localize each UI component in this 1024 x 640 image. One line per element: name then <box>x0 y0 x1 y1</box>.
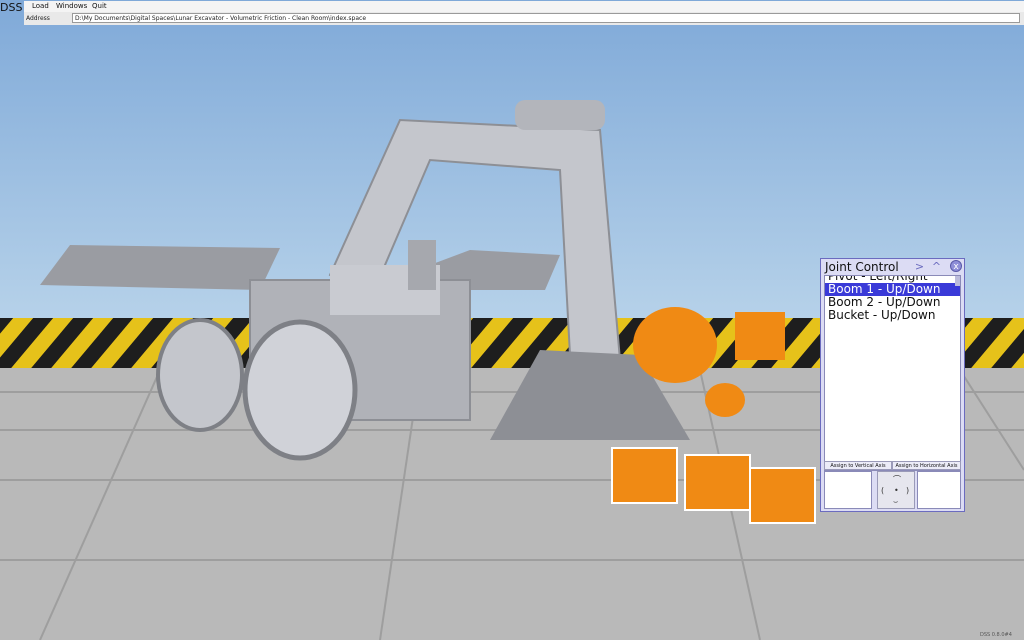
menu-quit[interactable]: Quit <box>92 1 107 12</box>
assign-vertical-axis-button[interactable]: Assign to Vertical Axis <box>824 461 892 470</box>
arrow-right-icon[interactable]: ) <box>906 486 909 495</box>
direction-pad[interactable]: ⌒ ( • ) ⌣ <box>877 471 915 509</box>
next-panel-button[interactable]: > <box>913 260 926 273</box>
app-logo: DSS <box>0 1 23 14</box>
center-dot-icon: • <box>894 486 899 495</box>
vertical-axis-slot[interactable] <box>824 471 872 509</box>
version-label: DSS 0.8.0#4 <box>980 632 1012 638</box>
assign-horizontal-axis-button[interactable]: Assign to Horizontal Axis <box>892 461 961 470</box>
assign-tabs: Assign to Vertical Axis Assign to Horizo… <box>824 461 961 470</box>
close-panel-button[interactable]: x <box>950 260 962 272</box>
address-bar: Address D:\My Documents\Digital Spaces\L… <box>24 12 1024 25</box>
arrow-up-icon[interactable]: ⌒ <box>893 474 901 485</box>
panel-title: Joint Control <box>825 260 899 274</box>
menu-windows[interactable]: Windows <box>56 1 87 12</box>
horizontal-axis-slot[interactable] <box>917 471 961 509</box>
collapse-panel-button[interactable]: ^ <box>930 260 943 273</box>
list-scrollbar[interactable] <box>955 276 960 286</box>
arrow-down-icon[interactable]: ⌣ <box>893 497 898 507</box>
address-input[interactable]: D:\My Documents\Digital Spaces\Lunar Exc… <box>72 13 1020 23</box>
joint-list[interactable]: Pivot - Left/Right Boom 1 - Up/Down Boom… <box>824 275 961 471</box>
menu-load[interactable]: Load <box>32 1 49 12</box>
joint-item-bucket[interactable]: Bucket - Up/Down <box>825 309 960 322</box>
address-label: Address <box>26 15 50 22</box>
arrow-left-icon[interactable]: ( <box>881 486 884 495</box>
joint-control-panel: Joint Control > ^ x Pivot - Left/Right B… <box>820 258 965 512</box>
top-toolbar: DSS Load Windows Quit Address D:\My Docu… <box>0 0 1024 26</box>
